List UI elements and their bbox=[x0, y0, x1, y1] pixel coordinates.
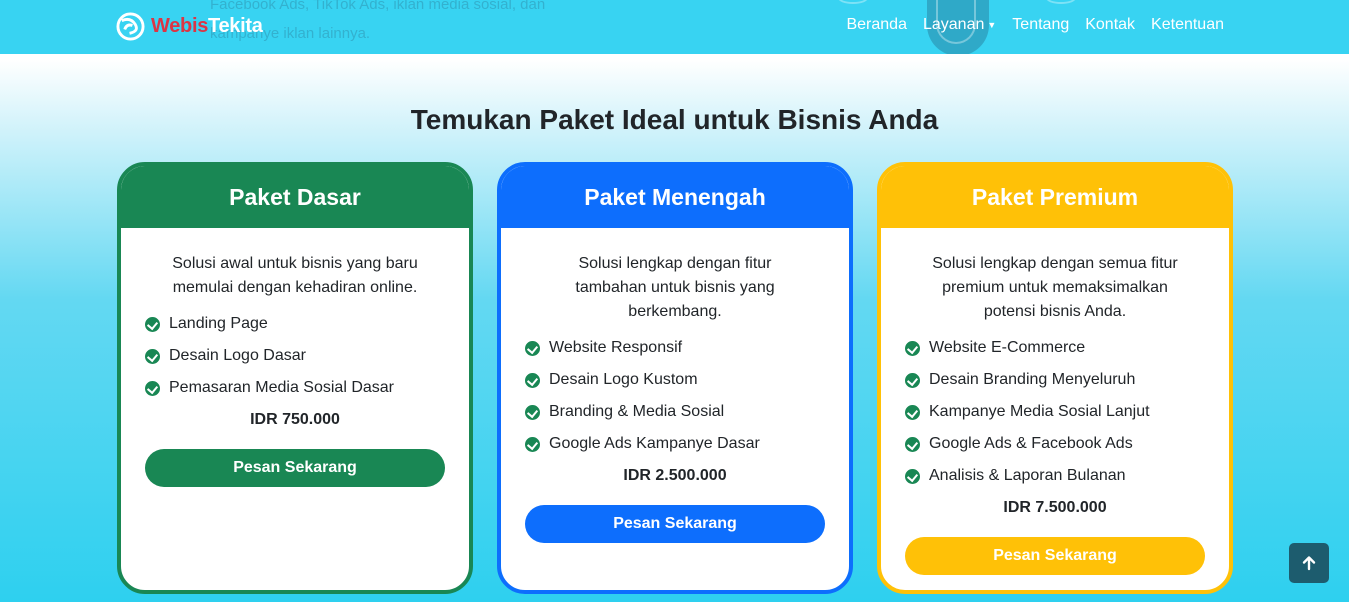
feature-label: Pemasaran Media Sosial Dasar bbox=[169, 379, 394, 396]
check-circle-icon bbox=[905, 436, 920, 452]
brand[interactable]: WebisTekita bbox=[116, 10, 263, 42]
check-circle-icon bbox=[525, 340, 540, 356]
feature-item: Desain Branding Menyeluruh bbox=[905, 364, 1205, 396]
order-button[interactable]: Pesan Sekarang bbox=[905, 537, 1205, 575]
feature-item: Landing Page bbox=[145, 308, 445, 340]
caret-down-icon: ▼ bbox=[987, 19, 997, 30]
nav-link-ketentuan[interactable]: Ketentuan bbox=[1151, 16, 1224, 34]
feature-item: Pemasaran Media Sosial Dasar bbox=[145, 372, 445, 404]
package-card-header: Paket Premium bbox=[881, 166, 1229, 228]
check-circle-icon bbox=[905, 372, 920, 388]
feature-label: Desain Logo Dasar bbox=[169, 347, 306, 364]
package-card-dasar: Paket Dasar Solusi awal untuk bisnis yan… bbox=[117, 162, 473, 594]
background-hero-text: Facebook Ads, TikTok Ads, iklan media so… bbox=[210, 0, 546, 42]
package-card-menengah: Paket Menengah Solusi lengkap dengan fit… bbox=[497, 162, 853, 594]
feature-item: Branding & Media Sosial bbox=[525, 396, 825, 428]
package-card-body: Solusi lengkap dengan semua fitur premiu… bbox=[881, 228, 1229, 575]
brand-name-part1: Webis bbox=[151, 14, 209, 37]
brand-name-part2: Tekita bbox=[208, 14, 263, 37]
check-circle-icon bbox=[145, 380, 160, 396]
package-price: IDR 7.500.000 bbox=[1003, 499, 1107, 516]
feature-item: Analisis & Laporan Bulanan bbox=[905, 460, 1205, 492]
feature-label: Desain Branding Menyeluruh bbox=[929, 371, 1136, 388]
feature-label: Website E-Commerce bbox=[929, 339, 1086, 356]
arrow-up-icon bbox=[1302, 556, 1316, 571]
feature-label: Analisis & Laporan Bulanan bbox=[929, 467, 1126, 484]
feature-label: Desain Logo Kustom bbox=[549, 371, 698, 388]
nav-menu: Beranda Layanan ▼ Tentang Kontak Ketentua… bbox=[846, 0, 1224, 50]
feature-item: Kampanye Media Sosial Lanjut bbox=[905, 396, 1205, 428]
nav-link-tentang[interactable]: Tentang bbox=[1012, 16, 1069, 34]
feature-item: Desain Logo Dasar bbox=[145, 340, 445, 372]
navbar: Facebook Ads, TikTok Ads, iklan media so… bbox=[0, 0, 1349, 54]
feature-item: Google Ads Kampanye Dasar bbox=[525, 428, 825, 460]
package-card-body: Solusi awal untuk bisnis yang baru memul… bbox=[121, 228, 469, 487]
feature-item: Website Responsif bbox=[525, 332, 825, 364]
feature-label: Google Ads Kampanye Dasar bbox=[549, 435, 760, 452]
feature-label: Website Responsif bbox=[549, 339, 683, 356]
order-button[interactable]: Pesan Sekarang bbox=[145, 449, 445, 487]
feature-label: Landing Page bbox=[169, 315, 268, 332]
order-button[interactable]: Pesan Sekarang bbox=[525, 505, 825, 543]
nav-link-kontak[interactable]: Kontak bbox=[1085, 16, 1135, 34]
feature-item: Google Ads & Facebook Ads bbox=[905, 428, 1205, 460]
check-circle-icon bbox=[145, 316, 160, 332]
nav-link-beranda[interactable]: Beranda bbox=[846, 16, 907, 34]
check-circle-icon bbox=[525, 436, 540, 452]
check-circle-icon bbox=[905, 404, 920, 420]
package-card-header: Paket Dasar bbox=[121, 166, 469, 228]
feature-label: Google Ads & Facebook Ads bbox=[929, 435, 1133, 452]
package-card-premium: Paket Premium Solusi lengkap dengan semu… bbox=[877, 162, 1233, 594]
check-circle-icon bbox=[525, 404, 540, 420]
package-card-header: Paket Menengah bbox=[501, 166, 849, 228]
section-title: Temukan Paket Ideal untuk Bisnis Anda bbox=[410, 104, 939, 135]
package-price: IDR 750.000 bbox=[250, 411, 340, 428]
package-price: IDR 2.500.000 bbox=[623, 467, 727, 484]
package-description: Solusi lengkap dengan semua fitur premiu… bbox=[932, 255, 1178, 320]
brand-logo-icon bbox=[116, 11, 145, 41]
nav-link-layanan-dropdown[interactable]: Layanan ▼ bbox=[923, 16, 996, 34]
check-circle-icon bbox=[525, 372, 540, 388]
feature-item: Desain Logo Kustom bbox=[525, 364, 825, 396]
package-card-body: Solusi lengkap dengan fitur tambahan unt… bbox=[501, 228, 849, 543]
brand-name: WebisTekita bbox=[151, 15, 263, 38]
package-description: Solusi awal untuk bisnis yang baru memul… bbox=[172, 255, 418, 296]
check-circle-icon bbox=[145, 348, 160, 364]
feature-label: Branding & Media Sosial bbox=[549, 403, 725, 420]
back-to-top-button[interactable] bbox=[1289, 543, 1329, 583]
nav-link-label: Layanan bbox=[922, 16, 985, 33]
feature-label: Kampanye Media Sosial Lanjut bbox=[929, 403, 1150, 420]
check-circle-icon bbox=[905, 340, 920, 356]
check-circle-icon bbox=[905, 468, 920, 484]
package-description: Solusi lengkap dengan fitur tambahan unt… bbox=[575, 255, 775, 320]
feature-item: Website E-Commerce bbox=[905, 332, 1205, 364]
